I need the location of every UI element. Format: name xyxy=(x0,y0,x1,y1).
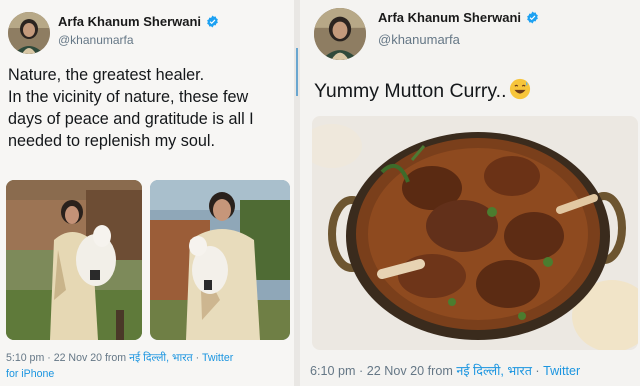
meta-from: from xyxy=(102,352,130,364)
left-tweet-meta-line2: for iPhone xyxy=(6,368,54,380)
grinning-sweat-emoji-icon xyxy=(509,78,531,100)
right-tweet-text: Yummy Mutton Curry.. xyxy=(314,78,531,103)
left-tweet-text: Nature, the greatest healer. In the vici… xyxy=(8,64,292,152)
tweet-text-line: needed to replenish my soul. xyxy=(8,132,215,150)
left-tweet-meta: 5:10 pm · 22 Nov 20 from नई दिल्ली, भारत… xyxy=(6,351,233,365)
tweet-date[interactable]: 22 Nov 20 xyxy=(367,364,424,378)
right-handle[interactable]: @khanumarfa xyxy=(378,32,460,47)
left-photo-2[interactable] xyxy=(150,180,290,340)
left-photo-1[interactable] xyxy=(6,180,142,340)
tweet-time[interactable]: 6:10 pm xyxy=(310,364,356,378)
right-tweet: Arfa Khanum Sherwani @khanumarfa Yummy M… xyxy=(300,0,640,386)
left-author-row[interactable]: Arfa Khanum Sherwani xyxy=(58,14,219,29)
right-tweet-meta: 6:10 pm · 22 Nov 20 from नई दिल्ली, भारत… xyxy=(310,362,580,379)
thread-divider xyxy=(296,48,298,96)
left-avatar[interactable] xyxy=(8,12,50,54)
meta-separator: · xyxy=(531,364,544,378)
tweet-text-line: In the vicinity of nature, these few xyxy=(8,88,249,106)
tweet-source-link[interactable]: Twitter xyxy=(202,352,233,364)
tweet-location-link[interactable]: नई दिल्ली, भारत xyxy=(129,352,193,364)
left-display-name[interactable]: Arfa Khanum Sherwani xyxy=(58,14,201,29)
right-author-row[interactable]: Arfa Khanum Sherwani xyxy=(378,10,539,25)
tweet-date[interactable]: 22 Nov 20 xyxy=(54,352,102,364)
meta-separator: · xyxy=(192,352,203,364)
meta-from: from xyxy=(424,364,457,378)
verified-badge-icon xyxy=(206,15,219,28)
right-photo-mutton-curry[interactable] xyxy=(312,116,638,350)
right-display-name[interactable]: Arfa Khanum Sherwani xyxy=(378,10,521,25)
right-avatar[interactable] xyxy=(314,8,366,60)
tweet-text-line: days of peace and gratitude is all I xyxy=(8,110,254,128)
tweet-text-content: Yummy Mutton Curry.. xyxy=(314,80,507,102)
tweet-text-line: Nature, the greatest healer. xyxy=(8,66,205,84)
meta-separator: · xyxy=(44,352,54,364)
tweet-location-link[interactable]: नई दिल्ली, भारत xyxy=(456,364,532,378)
meta-separator: · xyxy=(355,364,367,378)
left-handle[interactable]: @khanumarfa xyxy=(58,33,134,47)
verified-badge-icon xyxy=(526,11,539,24)
tweet-source-link-line2[interactable]: for iPhone xyxy=(6,368,54,380)
tweet-time[interactable]: 5:10 pm xyxy=(6,352,44,364)
tweet-source-link[interactable]: Twitter xyxy=(543,364,580,378)
left-tweet: Arfa Khanum Sherwani @khanumarfa Nature,… xyxy=(0,0,294,386)
